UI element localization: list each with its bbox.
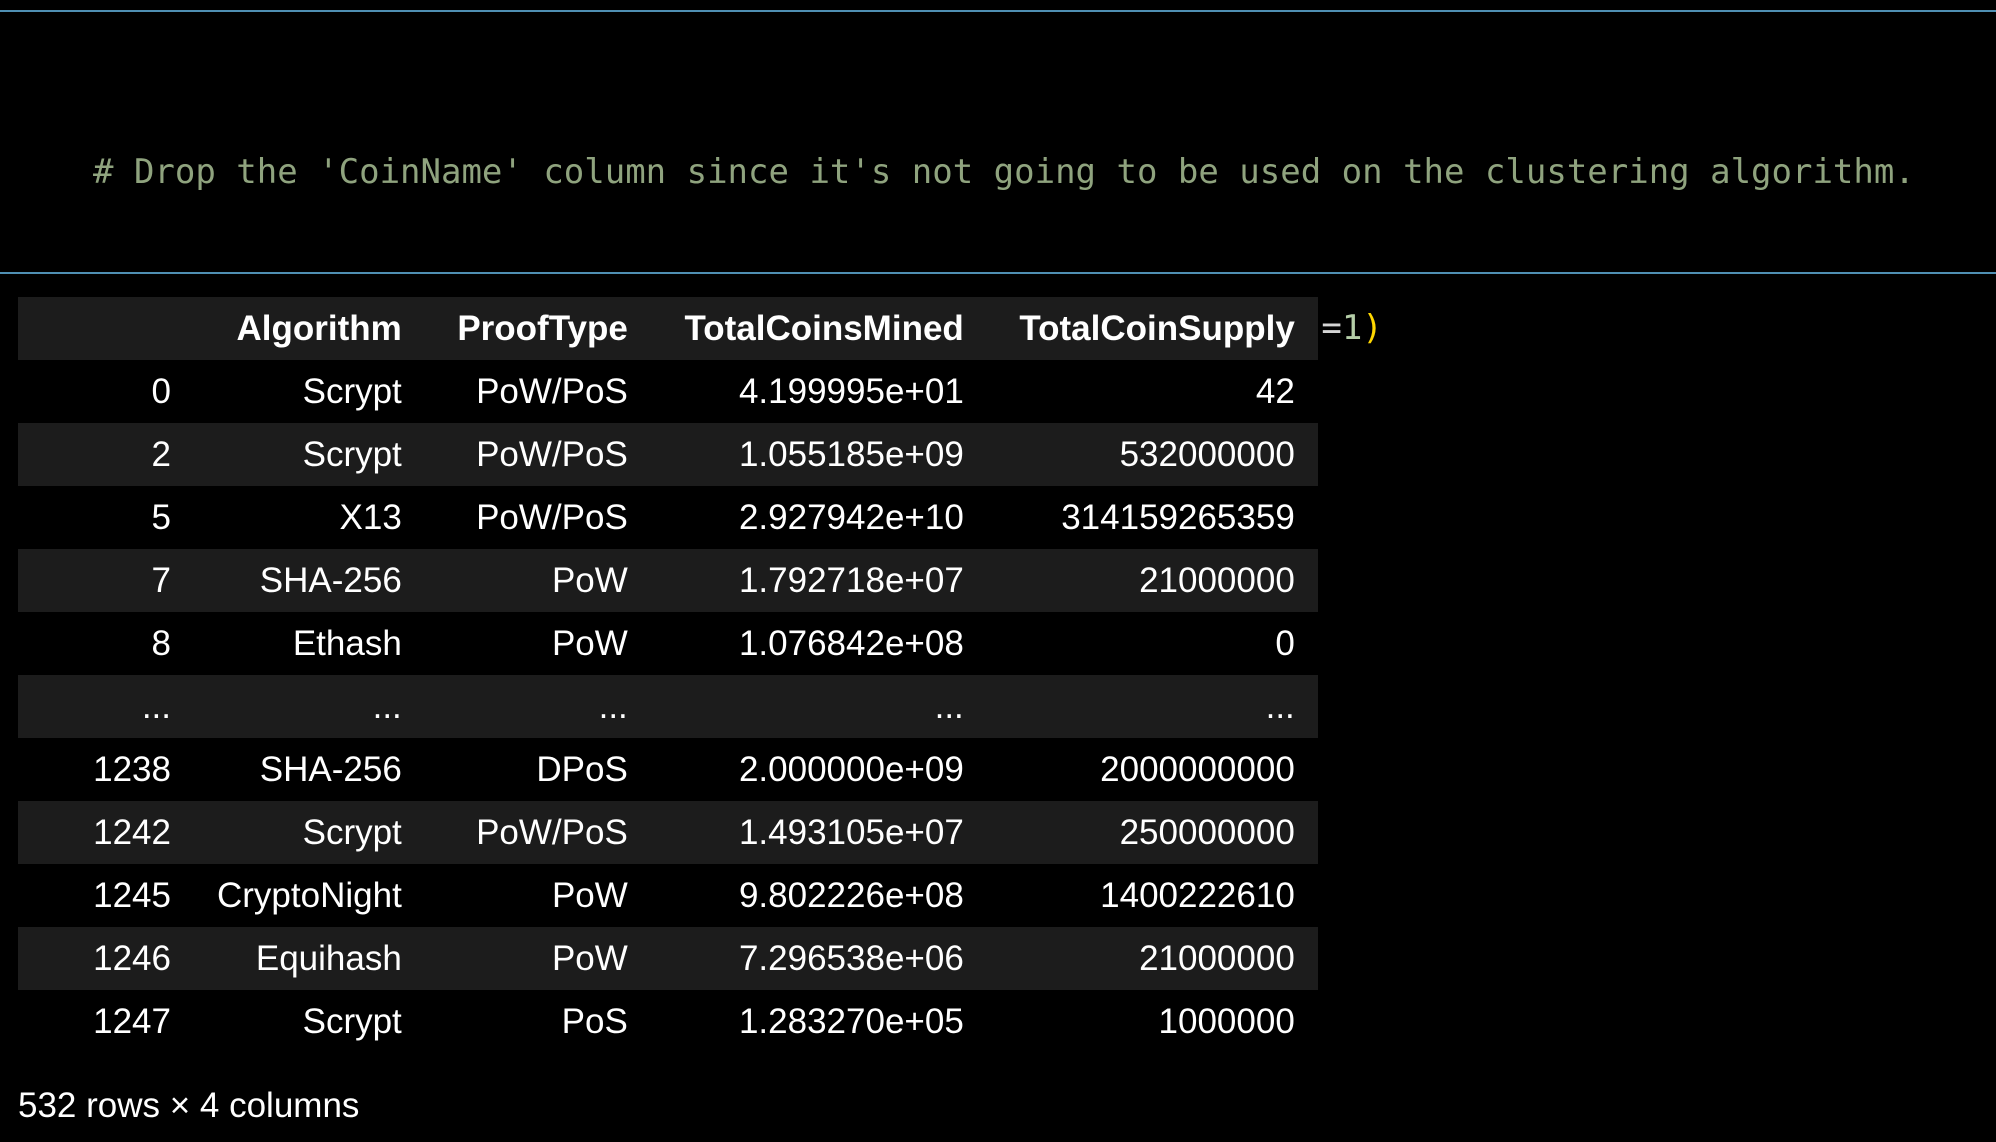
cell-totalcoinsmined: 2.927942e+10 [738, 497, 964, 537]
cell-totalcoinsmined: ... [934, 686, 964, 726]
cell-totalcoinsmined: 1.076842e+08 [738, 623, 964, 663]
cell-totalcoinsupply: 2000000000 [1100, 749, 1295, 789]
cell-prooftype: PoW [551, 875, 628, 915]
table-row: 0 Scrypt PoW/PoS 4.199995e+01 42 [18, 360, 1318, 423]
table-row: 7 SHA-256 PoW 1.792718e+07 21000000 [18, 549, 1318, 612]
dataframe-shape-summary: 532 rows × 4 columns [18, 1086, 360, 1125]
cell-algorithm: X13 [339, 497, 402, 537]
row-index: 2 [151, 434, 171, 474]
cell-totalcoinsupply: 42 [1255, 371, 1295, 411]
cell-totalcoinsmined: 4.199995e+01 [738, 371, 964, 411]
row-index: 1245 [93, 875, 171, 915]
cell-algorithm: Scrypt [302, 434, 402, 474]
cell-prooftype: DPoS [536, 749, 628, 789]
cell-algorithm: CryptoNight [217, 875, 402, 915]
header-algorithm: Algorithm [236, 308, 402, 348]
header-totalcoinsmined: TotalCoinsMined [684, 308, 964, 348]
header-totalcoinsupply: TotalCoinSupply [1019, 308, 1295, 348]
cell-algorithm: Scrypt [302, 1001, 402, 1041]
cell-prooftype: PoW/PoS [476, 812, 628, 852]
cell-algorithm: Scrypt [302, 371, 402, 411]
cell-algorithm: ... [372, 686, 402, 726]
row-index: ... [141, 686, 171, 726]
code-close-paren: ) [1362, 308, 1383, 348]
cell-totalcoinsmined: 9.802226e+08 [738, 875, 964, 915]
cell-totalcoinsupply: ... [1265, 686, 1295, 726]
cell-prooftype: PoW [551, 623, 628, 663]
cell-totalcoinsupply: 314159265359 [1061, 497, 1295, 537]
cell-totalcoinsupply: 21000000 [1139, 938, 1295, 978]
cell-totalcoinsupply: 532000000 [1119, 434, 1295, 474]
cell-totalcoinsmined: 1.792718e+07 [738, 560, 964, 600]
table-header-row: Algorithm ProofType TotalCoinsMined Tota… [18, 297, 1318, 360]
cell-totalcoinsupply: 250000000 [1119, 812, 1295, 852]
row-index: 1238 [93, 749, 171, 789]
row-index: 1242 [93, 812, 171, 852]
cell-algorithm: SHA-256 [259, 560, 402, 600]
table-row: 2 Scrypt PoW/PoS 1.055185e+09 532000000 [18, 423, 1318, 486]
table-row: 1247 Scrypt PoS 1.283270e+05 1000000 [18, 990, 1318, 1053]
table-row: 1246 Equihash PoW 7.296538e+06 21000000 [18, 927, 1318, 990]
cell-prooftype: PoW [551, 560, 628, 600]
row-index: 5 [151, 497, 171, 537]
cell-prooftype: PoS [561, 1001, 628, 1041]
row-index: 8 [151, 623, 171, 663]
table-row: 1238 SHA-256 DPoS 2.000000e+09 200000000… [18, 738, 1318, 801]
code-cell-top-border [0, 10, 1996, 12]
cell-totalcoinsmined: 1.283270e+05 [738, 1001, 964, 1041]
cell-algorithm: SHA-256 [259, 749, 402, 789]
code-number: 1 [1341, 308, 1363, 348]
cell-prooftype: PoW [551, 938, 628, 978]
cell-totalcoinsupply: 1400222610 [1100, 875, 1295, 915]
cell-prooftype: PoW/PoS [476, 434, 628, 474]
table-row: 1242 Scrypt PoW/PoS 1.493105e+07 2500000… [18, 801, 1318, 864]
dataframe-table: Algorithm ProofType TotalCoinsMined Tota… [18, 297, 1318, 1053]
table-row: 1245 CryptoNight PoW 9.802226e+08 140022… [18, 864, 1318, 927]
cell-totalcoinsupply: 0 [1275, 623, 1295, 663]
table-row: 5 X13 PoW/PoS 2.927942e+10 314159265359 [18, 486, 1318, 549]
row-index: 1247 [93, 1001, 171, 1041]
cell-algorithm: Ethash [292, 623, 402, 663]
table-row: 8 Ethash PoW 1.076842e+08 0 [18, 612, 1318, 675]
row-index: 7 [151, 560, 171, 600]
cell-algorithm: Equihash [255, 938, 402, 978]
cell-algorithm: Scrypt [302, 812, 402, 852]
header-prooftype: ProofType [457, 308, 628, 348]
row-index: 1246 [93, 938, 171, 978]
cell-totalcoinsmined: 1.055185e+09 [738, 434, 964, 474]
cell-totalcoinsupply: 21000000 [1139, 560, 1295, 600]
cell-totalcoinsmined: 2.000000e+09 [738, 749, 964, 789]
cell-totalcoinsmined: 1.493105e+07 [738, 812, 964, 852]
code-cell-bottom-border [0, 272, 1996, 274]
header-index [18, 297, 194, 360]
cell-totalcoinsupply: 1000000 [1158, 1001, 1295, 1041]
code-equals-3: = [1321, 308, 1342, 348]
cell-prooftype: ... [598, 686, 628, 726]
code-comment: # Drop the 'CoinName' column since it's … [93, 152, 1915, 192]
cell-totalcoinsmined: 7.296538e+06 [738, 938, 964, 978]
row-index: 0 [151, 371, 171, 411]
code-line-comment: # Drop the 'CoinName' column since it's … [93, 146, 1915, 198]
table-row-ellipsis: ... ... ... ... ... [18, 675, 1318, 738]
cell-prooftype: PoW/PoS [476, 371, 628, 411]
cell-prooftype: PoW/PoS [476, 497, 628, 537]
